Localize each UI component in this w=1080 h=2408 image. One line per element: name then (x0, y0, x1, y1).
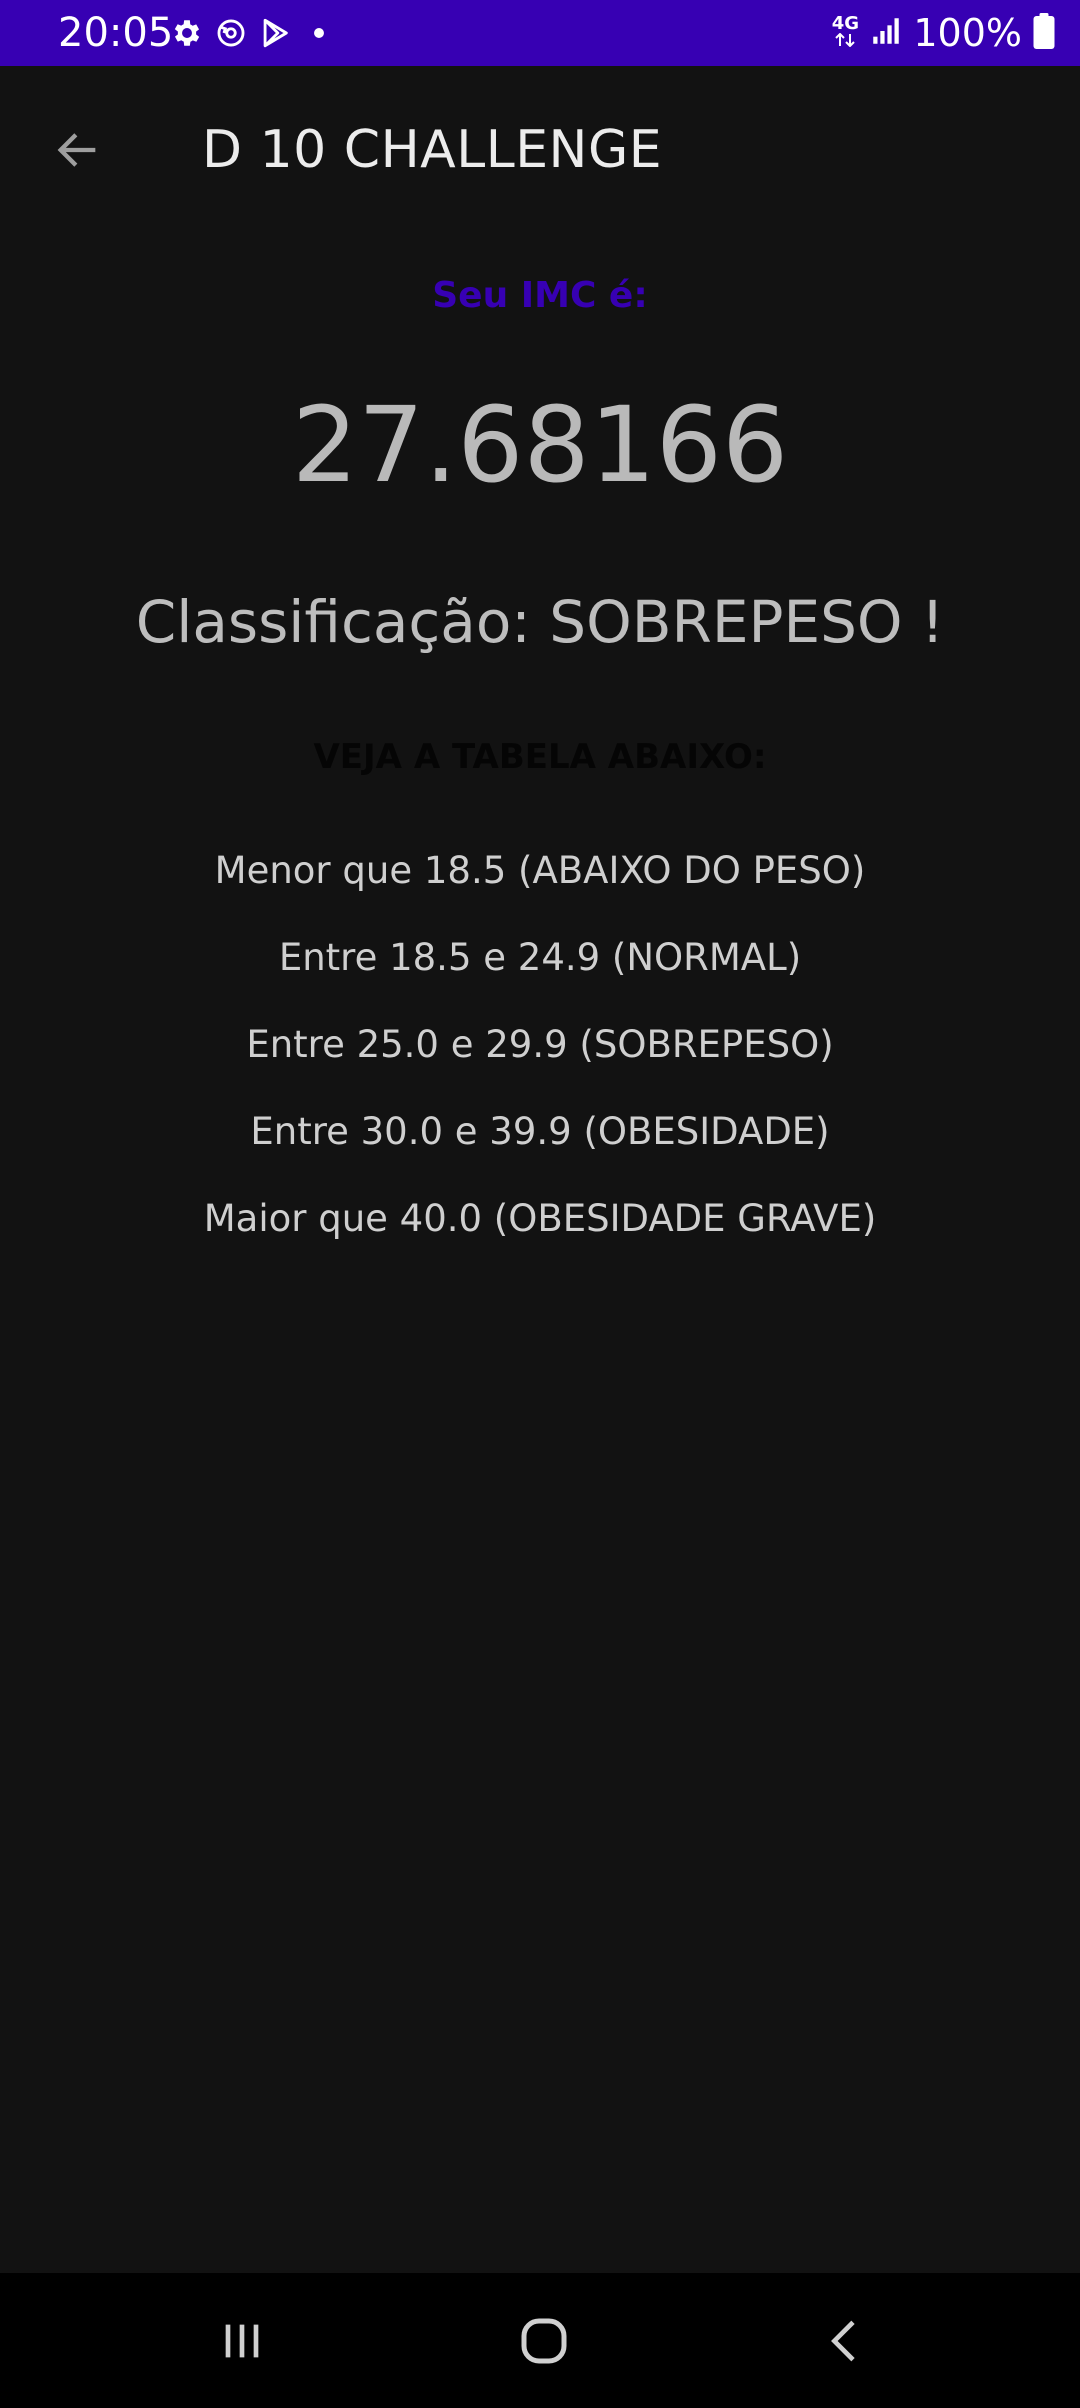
battery-icon (1032, 12, 1056, 54)
back-icon (831, 2320, 855, 2362)
recent-apps-button[interactable] (182, 2293, 302, 2389)
network-type: 4G (831, 12, 860, 34)
status-icons-left (170, 13, 336, 53)
list-item: Entre 30.0 e 39.9 (OBESIDADE) (250, 1110, 830, 1153)
data-arrows-icon (835, 32, 856, 47)
nav-back-button[interactable] (786, 2293, 906, 2389)
list-item: Maior que 40.0 (OBESIDADE GRAVE) (203, 1197, 877, 1240)
sync-icon (214, 16, 248, 50)
page-title: D 10 CHALLENGE (202, 120, 663, 180)
classification-text: Classificação: SOBREPESO ! (135, 588, 945, 656)
home-button[interactable] (484, 2293, 604, 2389)
list-item: Entre 18.5 e 24.9 (NORMAL) (278, 936, 802, 979)
home-icon (521, 2318, 567, 2364)
bmi-ranges-list: Menor que 18.5 (ABAIXO DO PESO) Entre 18… (0, 845, 1080, 1280)
signal-icon (869, 14, 903, 53)
imc-label: Seu IMC é: (432, 275, 648, 316)
status-time: 20:05 (58, 10, 174, 56)
screen: 20:05 4G 100% D 10 CHALLENGE Seu IMC é: … (0, 0, 1080, 2408)
recent-apps-icon (225, 2324, 259, 2358)
status-bar: 20:05 4G 100% (0, 0, 1080, 66)
gear-icon (170, 16, 204, 50)
navigation-bar (0, 2273, 1080, 2408)
list-item: Menor que 18.5 (ABAIXO DO PESO) (214, 849, 866, 892)
imc-value: 27.68166 (291, 384, 789, 506)
network-indicator: 4G (831, 12, 860, 52)
app-bar: D 10 CHALLENGE (0, 66, 1080, 228)
arrow-left-icon (57, 133, 96, 167)
dot-icon (302, 16, 336, 50)
status-right: 4G 100% (831, 8, 1056, 58)
play-store-icon (258, 16, 292, 50)
back-button[interactable] (44, 116, 112, 184)
battery-percentage: 100% (913, 11, 1022, 55)
list-item: Entre 25.0 e 29.9 (SOBREPESO) (246, 1023, 834, 1066)
table-heading: VEJA A TABELA ABAIXO: (313, 737, 767, 777)
